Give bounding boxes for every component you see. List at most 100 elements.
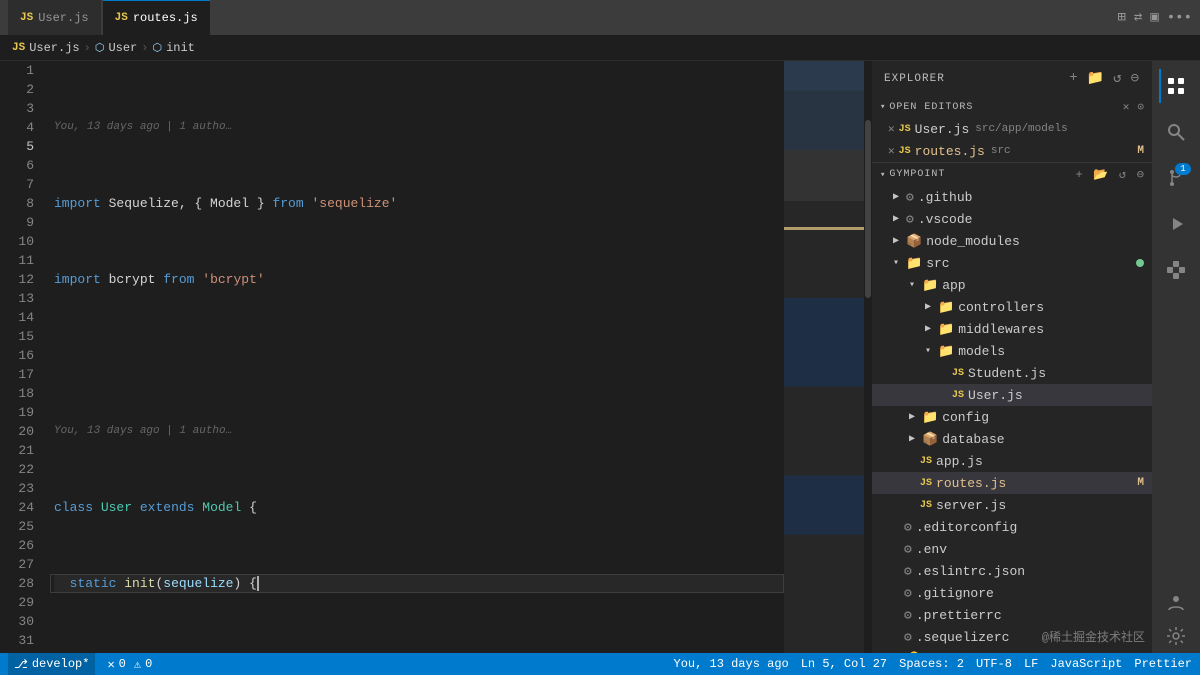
tree-student-js[interactable]: JS Student.js xyxy=(872,362,1152,384)
code-line-3[interactable] xyxy=(54,346,784,365)
collapse-project-icon[interactable]: ⊖ xyxy=(1137,168,1144,182)
activity-debug[interactable] xyxy=(1159,207,1193,241)
tree-user-js[interactable]: JS User.js xyxy=(872,384,1152,406)
editor-scrollbar[interactable] xyxy=(864,61,872,653)
models-folder-icon: 📁 xyxy=(938,344,954,359)
tree-prettierrc[interactable]: ⚙ .prettierrc xyxy=(872,604,1152,626)
tree-gitignore[interactable]: ⚙ .gitignore xyxy=(872,582,1152,604)
sidebar-title: EXPLORER + 📁 ↺ ⊖ xyxy=(872,61,1152,96)
tree-database[interactable]: ▶ 📦 database xyxy=(872,428,1152,450)
refresh-project-icon[interactable]: ↺ xyxy=(1119,168,1126,182)
minimap-slider[interactable] xyxy=(784,61,864,201)
code-line-1[interactable]: import Sequelize, { Model } from 'sequel… xyxy=(54,194,784,213)
line-num-9: 9 xyxy=(0,213,38,232)
open-editor-routes-js[interactable]: ✕ JS routes.js src M xyxy=(872,140,1152,162)
status-language[interactable]: JavaScript xyxy=(1050,657,1122,671)
code-line-6[interactable]: super.init( xyxy=(54,650,784,653)
tree-app-js[interactable]: JS app.js xyxy=(872,450,1152,472)
gympoint-header[interactable]: ▾ GYMPOINT + 📂 ↺ ⊖ xyxy=(872,163,1152,186)
activity-extensions[interactable] xyxy=(1159,253,1193,287)
tree-server-js[interactable]: JS server.js xyxy=(872,494,1152,516)
middlewares-folder-icon: 📁 xyxy=(938,322,954,337)
activity-source-control[interactable]: 1 xyxy=(1159,161,1193,195)
new-file-icon[interactable]: + xyxy=(1069,70,1078,87)
tree-eslintrc[interactable]: ⚙ .eslintrc.json xyxy=(872,560,1152,582)
js-user-icon: JS xyxy=(952,390,964,401)
status-position[interactable]: Ln 5, Col 27 xyxy=(801,657,887,671)
blame-annotation-1: You, 13 days ago | 1 author (You) xyxy=(54,118,784,137)
chevron-right-icon-7: ▶ xyxy=(904,433,920,445)
tab-routes-js[interactable]: JS routes.js xyxy=(103,0,210,35)
activity-settings[interactable] xyxy=(1159,619,1193,653)
line-num-22: 22 xyxy=(0,460,38,479)
chevron-down-icon: ▾ xyxy=(880,102,885,112)
open-editor-user-js[interactable]: ✕ JS User.js src/app/models xyxy=(872,118,1152,140)
code-line-2[interactable]: import bcrypt from 'bcrypt' xyxy=(54,270,784,289)
code-editor[interactable]: 1 2 3 4 5 6 7 8 9 10 11 12 13 14 15 16 1… xyxy=(0,61,872,653)
toggle-panel-icon[interactable]: ⇄ xyxy=(1134,9,1142,26)
line-num-26: 26 xyxy=(0,536,38,555)
js-app-icon: JS xyxy=(920,456,932,467)
tree-src[interactable]: ▾ 📁 src xyxy=(872,252,1152,274)
new-folder-project-icon[interactable]: 📂 xyxy=(1093,168,1108,182)
tree-node-modules[interactable]: ▶ 📦 node_modules xyxy=(872,230,1152,252)
line-num-8: 8 xyxy=(0,194,38,213)
refresh-icon[interactable]: ↺ xyxy=(1113,70,1122,87)
chevron-right-icon-5: ▶ xyxy=(920,323,936,335)
status-branch[interactable]: ⎇ develop* xyxy=(8,653,95,675)
tree-student-label: Student.js xyxy=(968,366,1046,381)
status-errors[interactable]: ✕ 0 ⚠ 0 xyxy=(107,657,152,672)
open-editors-header[interactable]: ▾ OPEN EDITORS ✕ ⊙ xyxy=(872,96,1152,118)
new-file-project-icon[interactable]: + xyxy=(1076,168,1083,182)
tree-vscode[interactable]: ▶ ⚙ .vscode xyxy=(872,208,1152,230)
toggle-primary-sidebar-icon[interactable]: ▣ xyxy=(1150,9,1158,26)
tree-routes-js[interactable]: JS routes.js M xyxy=(872,472,1152,494)
new-folder-icon[interactable]: 📁 xyxy=(1087,70,1105,87)
gitignore-icon: ⚙ xyxy=(904,586,912,601)
code-line-5[interactable]: static init(sequelize) { xyxy=(54,574,784,593)
save-all-icon[interactable]: ⊙ xyxy=(1137,100,1144,114)
activity-explorer[interactable] xyxy=(1159,69,1193,103)
tree-middlewares-label: middlewares xyxy=(958,322,1044,337)
tree-config[interactable]: ▶ 📁 config xyxy=(872,406,1152,428)
activity-search[interactable] xyxy=(1159,115,1193,149)
config-folder-icon: 📁 xyxy=(922,410,938,425)
tree-app[interactable]: ▾ 📁 app xyxy=(872,274,1152,296)
status-formatter[interactable]: Prettier xyxy=(1134,657,1192,671)
tree-editorconfig[interactable]: ⚙ .editorconfig xyxy=(872,516,1152,538)
split-editor-icon[interactable]: ⊞ xyxy=(1117,9,1125,26)
chevron-right-icon-4: ▶ xyxy=(920,301,936,313)
more-actions-icon[interactable]: ••• xyxy=(1167,10,1192,26)
prettierrc-icon: ⚙ xyxy=(904,608,912,623)
tree-sequelizerc-label: .sequelizerc xyxy=(916,630,1010,645)
line-num-4: 4 xyxy=(0,118,38,137)
tab-user-js[interactable]: JS User.js xyxy=(8,0,101,35)
database-folder-icon: 📦 xyxy=(922,432,938,447)
line-num-20: 20 xyxy=(0,422,38,441)
tree-github[interactable]: ▶ ⚙ .github xyxy=(872,186,1152,208)
tree-controllers-label: controllers xyxy=(958,300,1044,315)
editor-scrollbar-thumb[interactable] xyxy=(865,120,871,298)
tree-models[interactable]: ▾ 📁 models xyxy=(872,340,1152,362)
js-server-icon: JS xyxy=(920,500,932,511)
error-icon: ✕ xyxy=(107,657,114,672)
tree-sequelizerc[interactable]: ⚙ .sequelizerc xyxy=(872,626,1152,648)
close-icon[interactable]: ✕ xyxy=(888,122,895,136)
status-encoding[interactable]: UTF-8 xyxy=(976,657,1012,671)
line-num-21: 21 xyxy=(0,441,38,460)
status-spaces[interactable]: Spaces: 2 xyxy=(899,657,964,671)
code-line-4[interactable]: class User extends Model { xyxy=(54,498,784,517)
line-num-12: 12 xyxy=(0,270,38,289)
tree-middlewares[interactable]: ▶ 📁 middlewares xyxy=(872,318,1152,340)
tree-controllers[interactable]: ▶ 📁 controllers xyxy=(872,296,1152,318)
close-all-editors-icon[interactable]: ✕ xyxy=(1123,100,1130,114)
chevron-right-icon: ▶ xyxy=(888,191,904,203)
status-blame[interactable]: You, 13 days ago xyxy=(674,657,789,671)
controllers-folder-icon: 📁 xyxy=(938,300,954,315)
activity-account[interactable] xyxy=(1159,585,1193,619)
status-line-ending[interactable]: LF xyxy=(1024,657,1038,671)
collapse-all-icon[interactable]: ⊖ xyxy=(1131,70,1140,87)
tree-env[interactable]: ⚙ .env xyxy=(872,538,1152,560)
code-content[interactable]: You, 13 days ago | 1 author (You) import… xyxy=(50,61,784,653)
close-icon-2[interactable]: ✕ xyxy=(888,144,895,158)
